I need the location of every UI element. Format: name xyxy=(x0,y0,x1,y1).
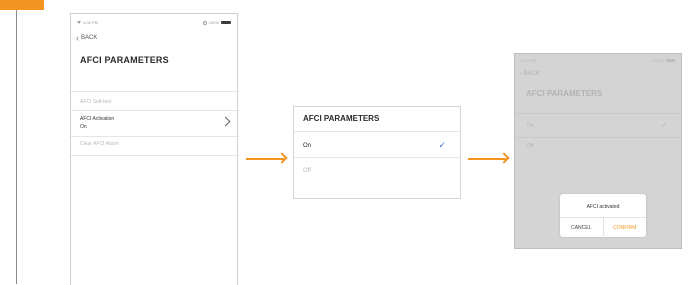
option-on[interactable]: On ✓ xyxy=(515,113,681,138)
list-item-afci-self-test[interactable]: AFCI Self-test xyxy=(71,91,239,110)
dialog-message: AFCI activated xyxy=(586,204,620,210)
back-button[interactable]: ‹ BACK xyxy=(76,33,98,43)
checkmark-icon: ✓ xyxy=(438,140,446,150)
list-item-clear-afci-alarm[interactable]: Clear AFCI Alarm xyxy=(71,136,239,155)
list-item-label: AFCI Activation xyxy=(80,116,115,122)
battery-icon xyxy=(666,59,675,62)
battery-icon xyxy=(221,21,231,24)
option-label: On xyxy=(303,143,312,149)
battery-text: 100% xyxy=(208,20,219,25)
list-item-label: AFCI Self-test xyxy=(80,99,112,105)
list-divider xyxy=(71,155,239,156)
option-label: Off xyxy=(303,168,311,174)
alarm-icon xyxy=(202,20,207,25)
page-title: AFCI PARAMETERS xyxy=(80,55,169,65)
confirm-button[interactable]: CONFIRM xyxy=(604,218,647,238)
chevron-right-icon xyxy=(220,116,231,127)
option-label: Off xyxy=(527,143,534,149)
dialog-buttons: CANCEL CONFIRM xyxy=(560,217,646,238)
list-item-afci-activation[interactable]: AFCI Activation On xyxy=(71,110,239,136)
option-label: On xyxy=(527,123,534,129)
list-item-label: Clear AFCI Alarm xyxy=(80,141,119,147)
back-label: BACK xyxy=(81,35,98,41)
status-bar-left: 4:04 PM xyxy=(77,20,98,25)
back-button[interactable]: ‹ BACK xyxy=(520,71,540,77)
phone-screen-settings: 4:04 PM 100% ‹ BACK AFCI PARAMETERS AFCI… xyxy=(70,13,239,285)
orange-tab xyxy=(0,0,44,10)
back-label: BACK xyxy=(523,71,541,77)
panel-title: AFCI PARAMETERS xyxy=(303,114,380,123)
battery-text: 100% xyxy=(652,58,663,63)
status-time: 4:04 PM xyxy=(521,58,536,63)
phone-screen-confirm: 4:04 PM 100% ‹ BACK AFCI PARAMETERS On ✓… xyxy=(514,53,682,249)
list-item-value: On xyxy=(80,124,87,130)
status-time: 4:04 PM xyxy=(83,20,98,25)
arrow-right-icon xyxy=(246,152,288,165)
divider-line xyxy=(16,10,17,284)
status-bar-right: 100% xyxy=(202,20,231,25)
arrow-right-icon xyxy=(468,152,510,165)
options-panel: AFCI PARAMETERS On ✓ Off xyxy=(293,106,461,199)
option-off[interactable]: Off xyxy=(294,157,460,184)
checkmark-icon: ✓ xyxy=(661,122,667,129)
confirm-dialog: AFCI activated CANCEL CONFIRM xyxy=(560,194,646,238)
wifi-icon xyxy=(77,21,81,25)
page-title: AFCI PARAMETERS xyxy=(526,89,603,98)
cancel-button[interactable]: CANCEL xyxy=(560,218,604,238)
back-chevron-icon: ‹ xyxy=(76,33,79,43)
option-on[interactable]: On ✓ xyxy=(294,131,460,158)
option-off[interactable]: Off xyxy=(515,137,681,162)
